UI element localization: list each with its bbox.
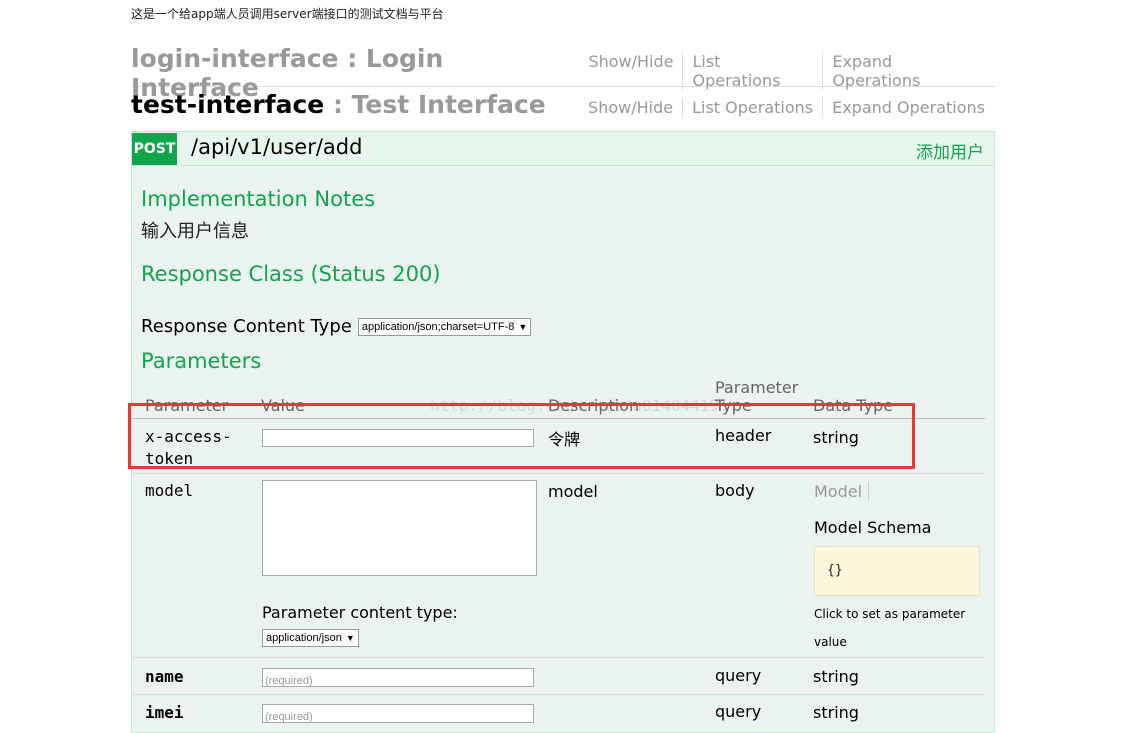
list-operations-link[interactable]: List Operations	[683, 52, 824, 90]
click-to-set-note: Click to set as parameter value	[814, 607, 966, 649]
param-row-imei: imei (required) query string	[132, 695, 985, 731]
param-type: body	[715, 481, 755, 500]
resource-name[interactable]: test-interface	[131, 90, 324, 119]
operation-summary[interactable]: 添加用户	[916, 138, 984, 163]
param-row-name: name (required) query string	[132, 658, 985, 695]
model-tab[interactable]: Model	[814, 482, 870, 501]
operation-path[interactable]: /api/v1/user/add	[191, 135, 362, 159]
parameters-heading: Parameters	[141, 349, 262, 373]
param-body-textarea[interactable]	[262, 480, 537, 576]
resource-name[interactable]: login-interface	[131, 44, 339, 73]
resource-ops: Show/Hide List Operations Expand Operati…	[579, 52, 995, 90]
resource-ops: Show/Hide List Operations Expand Operati…	[579, 98, 995, 117]
response-class-heading: Response Class (Status 200)	[141, 262, 441, 286]
response-content-type: Response Content Type application/json;c…	[141, 316, 532, 337]
expand-operations-link[interactable]: Expand Operations	[823, 52, 995, 90]
resource-header-login: login-interface : Login Interface Show/H…	[131, 44, 995, 102]
col-param-type-line1: Parameter	[715, 378, 799, 397]
response-content-type-value: application/json;charset=UTF-8	[361, 320, 515, 333]
impl-notes-text: 输入用户信息	[141, 221, 249, 242]
model-schema-tab[interactable]: Model Schema	[814, 518, 931, 537]
schema-text: {}	[827, 563, 843, 578]
param-content-type-select[interactable]: application/json ▼	[262, 629, 359, 647]
resource-description: Test Interface	[351, 90, 546, 119]
param-data-type: string	[813, 667, 859, 686]
resource-separator: :	[338, 44, 366, 73]
param-type: query	[715, 666, 762, 685]
resource-title[interactable]: test-interface : Test Interface	[131, 90, 546, 119]
expand-operations-link[interactable]: Expand Operations	[823, 98, 995, 117]
dropdown-arrow-icon: ▼	[518, 321, 528, 332]
param-content-type-label: Parameter content type:	[262, 603, 458, 622]
resource-separator: :	[324, 90, 352, 119]
dropdown-arrow-icon: ▼	[345, 633, 355, 643]
response-content-type-label: Response Content Type	[141, 316, 352, 337]
param-content-type-value: application/json	[266, 632, 342, 644]
highlight-box	[128, 403, 915, 469]
param-description: model	[548, 482, 598, 501]
operation-heading[interactable]: POST /api/v1/user/add 添加用户	[132, 132, 994, 166]
show-hide-link[interactable]: Show/Hide	[579, 52, 684, 90]
param-value-input[interactable]: (required)	[262, 668, 534, 687]
intro-text: 这是一个给app端人员调用server端接口的测试文档与平台	[131, 7, 444, 21]
response-content-type-select[interactable]: application/json;charset=UTF-8 ▼	[357, 317, 532, 336]
param-type: query	[715, 702, 762, 721]
http-method-badge[interactable]: POST	[132, 133, 177, 165]
param-placeholder: (required)	[265, 711, 313, 723]
resource-header-test: test-interface : Test Interface Show/Hid…	[131, 90, 995, 130]
param-placeholder: (required)	[265, 675, 313, 687]
param-row-model: model model body Parameter content type:…	[132, 474, 985, 658]
param-value-input[interactable]: (required)	[262, 704, 534, 723]
param-name: name	[145, 667, 184, 686]
model-schema-box[interactable]: {}	[814, 546, 980, 596]
impl-notes-heading: Implementation Notes	[141, 187, 376, 211]
param-name: model	[145, 481, 194, 500]
show-hide-link[interactable]: Show/Hide	[579, 98, 684, 117]
list-operations-link[interactable]: List Operations	[683, 98, 824, 117]
